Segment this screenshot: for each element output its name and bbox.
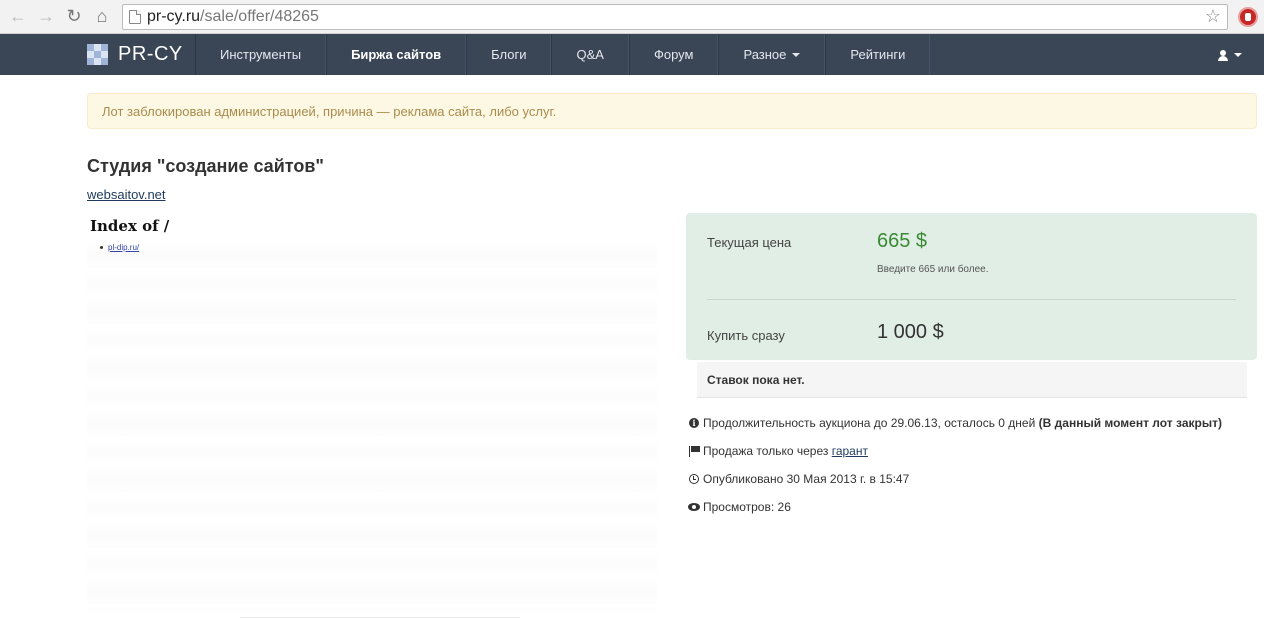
flag-icon [688, 446, 700, 457]
current-price-label: Текущая цена [707, 235, 792, 250]
nav-item-label: Разное [743, 47, 787, 62]
alert-text: Лот заблокирован администрацией, причина… [102, 103, 557, 119]
preview-blur [87, 242, 657, 612]
price-divider [707, 299, 1236, 300]
brand-name: PR-CY [118, 43, 183, 65]
preview-link: pl-dip.ru/ [108, 243, 140, 252]
nav-item-ratings[interactable]: Рейтинги [825, 34, 931, 75]
auction-duration-text: Продолжительность аукциона до 29.06.13, … [703, 414, 1222, 432]
nav-item-tools[interactable]: Инструменты [195, 34, 327, 75]
brand-logo-icon [87, 44, 108, 65]
nav-item-label: Форум [653, 47, 694, 62]
preview-bottom-line [240, 617, 520, 618]
published-text: Опубликовано 30 Мая 2013 г. в 15:47 [703, 472, 910, 486]
user-icon [1218, 49, 1228, 61]
views-text: Просмотров: 26 [703, 500, 791, 514]
auction-duration-row: i Продолжительность аукциона до 29.06.13… [687, 414, 1247, 432]
preview-title: Index of / [90, 217, 170, 235]
reload-icon[interactable]: ↻ [62, 5, 86, 29]
nav-item-label: Рейтинги [850, 47, 906, 62]
nav-item-label: Инструменты [220, 47, 302, 62]
url-host: pr-cy.ru [147, 7, 201, 25]
home-icon[interactable]: ⌂ [90, 5, 114, 29]
browser-toolbar: ← → ↻ ⌂ pr-cy.ru/sale/offer/48265 ☆ [0, 0, 1264, 34]
nav-item-label: Q&A [576, 47, 604, 62]
page-icon [129, 9, 141, 24]
price-panel: Текущая цена 665 $ Введите 665 или более… [686, 213, 1257, 360]
published-row: Опубликовано 30 Мая 2013 г. в 15:47 [687, 470, 1247, 488]
bids-status: Ставок пока нет. [697, 362, 1247, 398]
nav-item-site-exchange[interactable]: Биржа сайтов [326, 34, 467, 75]
duration-text: Продолжительность аукциона до 29.06.13, … [703, 416, 1036, 430]
bookmark-star-icon[interactable]: ☆ [1205, 6, 1221, 27]
blocked-alert: Лот заблокирован администрацией, причина… [87, 93, 1257, 129]
clock-icon [689, 474, 699, 484]
url-text[interactable]: pr-cy.ru/sale/offer/48265 [147, 8, 1199, 26]
nav-item-label: Блоги [491, 47, 527, 62]
bids-text: Ставок пока нет. [707, 372, 805, 387]
adblock-extension-icon[interactable] [1238, 6, 1258, 27]
caret-down-icon [1234, 52, 1242, 57]
nav-item-forum[interactable]: Форум [628, 34, 719, 75]
user-menu-button[interactable] [1218, 34, 1264, 75]
info-icon: i [689, 418, 699, 428]
forward-icon[interactable]: → [34, 5, 58, 29]
buy-now-label: Купить сразу [707, 328, 785, 343]
page-title: Студия "создание сайтов" [87, 156, 324, 176]
garant-link[interactable]: гарант [832, 444, 868, 458]
current-price-value: 665 $ [877, 230, 928, 252]
site-link[interactable]: websaitov.net [87, 187, 166, 202]
address-bar[interactable]: pr-cy.ru/sale/offer/48265 ☆ [122, 3, 1228, 30]
buy-now-value: 1 000 $ [877, 321, 944, 343]
nav-item-blogs[interactable]: Блоги [466, 34, 552, 75]
site-navbar: PR-CY Инструменты Биржа сайтов Блоги Q&A… [0, 34, 1264, 75]
views-row: Просмотров: 26 [687, 498, 1247, 516]
nav-item-misc[interactable]: Разное [718, 34, 826, 75]
back-icon[interactable]: ← [6, 5, 30, 29]
closed-text: (В данный момент лот закрыт) [1038, 416, 1222, 430]
sale-text: Продажа только через [703, 444, 829, 458]
sale-via-garant-row: Продажа только через гарант [687, 442, 1247, 460]
nav-item-qa[interactable]: Q&A [551, 34, 629, 75]
brand-logo-link[interactable]: PR-CY [87, 34, 195, 75]
nav-item-label: Биржа сайтов [351, 47, 442, 62]
bid-hint: Введите 665 или более. [877, 264, 989, 275]
url-path: /sale/offer/48265 [200, 7, 319, 25]
site-preview-image: Index of / pl-dip.ru/ [87, 212, 657, 612]
offer-info-list: i Продолжительность аукциона до 29.06.13… [687, 414, 1247, 526]
preview-bullet [100, 246, 103, 249]
eye-icon [688, 503, 700, 511]
caret-down-icon [792, 52, 801, 57]
